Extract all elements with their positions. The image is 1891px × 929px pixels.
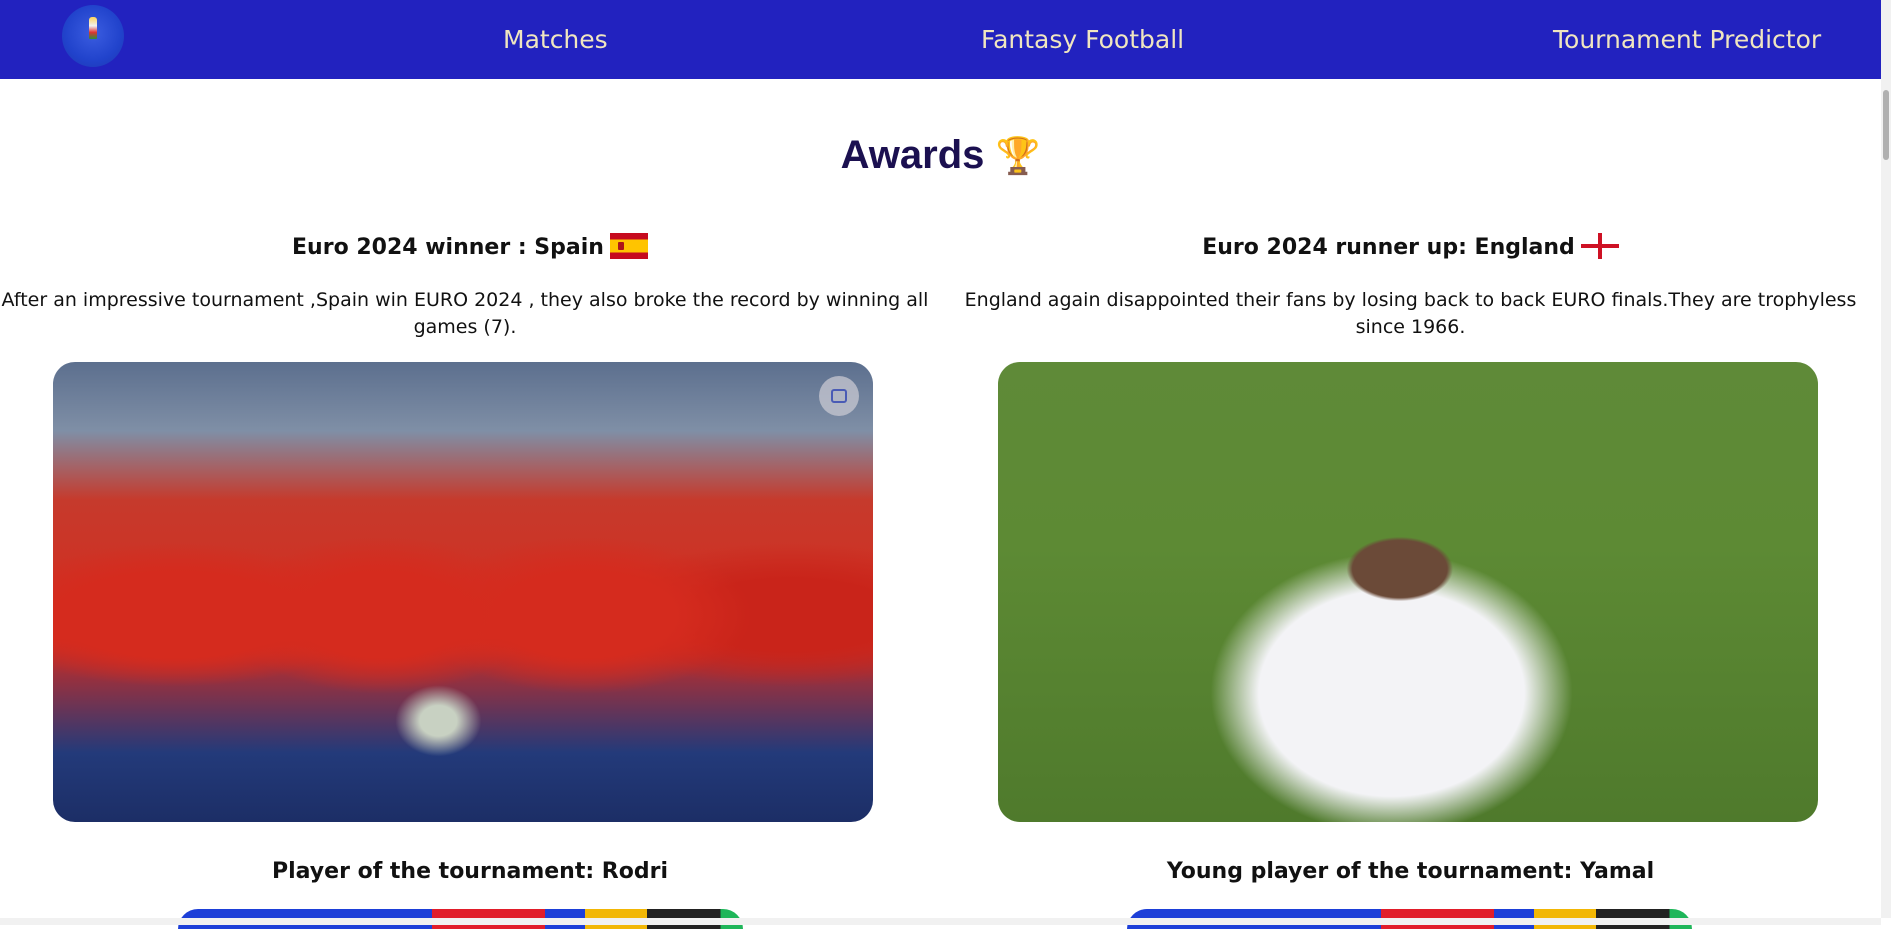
young-player-heading: Young player of the tournament: Yamal — [1166, 859, 1655, 884]
page-title: Awards 🏆 — [0, 130, 1881, 181]
nav-link-matches[interactable]: Matches — [503, 24, 608, 56]
runner-up-description: England again disappointed their fans by… — [964, 289, 1857, 338]
runner-up-heading: Euro 2024 runner up: England — [940, 233, 1881, 263]
spain-celebration-photo — [53, 362, 873, 822]
winner-description: After an impressive tournament ,Spain wi… — [1, 289, 929, 338]
winner-heading-text: Euro 2024 winner : Spain — [292, 235, 604, 260]
england-player-photo — [998, 362, 1818, 822]
spain-flag-icon — [609, 233, 648, 259]
top-navbar: Matches Fantasy Football Tournament Pred… — [0, 0, 1881, 79]
page-title-text: Awards — [840, 133, 985, 177]
trophy-icon: 🏆 — [995, 135, 1041, 176]
winner-heading: Euro 2024 winner : Spain — [0, 233, 940, 263]
england-flag-icon — [1580, 233, 1619, 259]
nav-link-tournament-predictor[interactable]: Tournament Predictor — [1553, 24, 1821, 56]
runner-up-heading-text: Euro 2024 runner up: England — [1202, 235, 1575, 260]
vertical-scrollbar[interactable] — [1881, 0, 1891, 918]
visual-search-icon[interactable] — [819, 376, 859, 416]
nav-link-fantasy-football[interactable]: Fantasy Football — [981, 24, 1184, 56]
scrollbar-thumb[interactable] — [1883, 90, 1889, 160]
horizontal-scrollbar[interactable] — [0, 918, 1881, 925]
euro-2024-logo[interactable] — [62, 5, 124, 67]
logo-trophy-icon — [89, 17, 97, 39]
player-of-tournament-heading: Player of the tournament: Rodri — [271, 859, 669, 884]
